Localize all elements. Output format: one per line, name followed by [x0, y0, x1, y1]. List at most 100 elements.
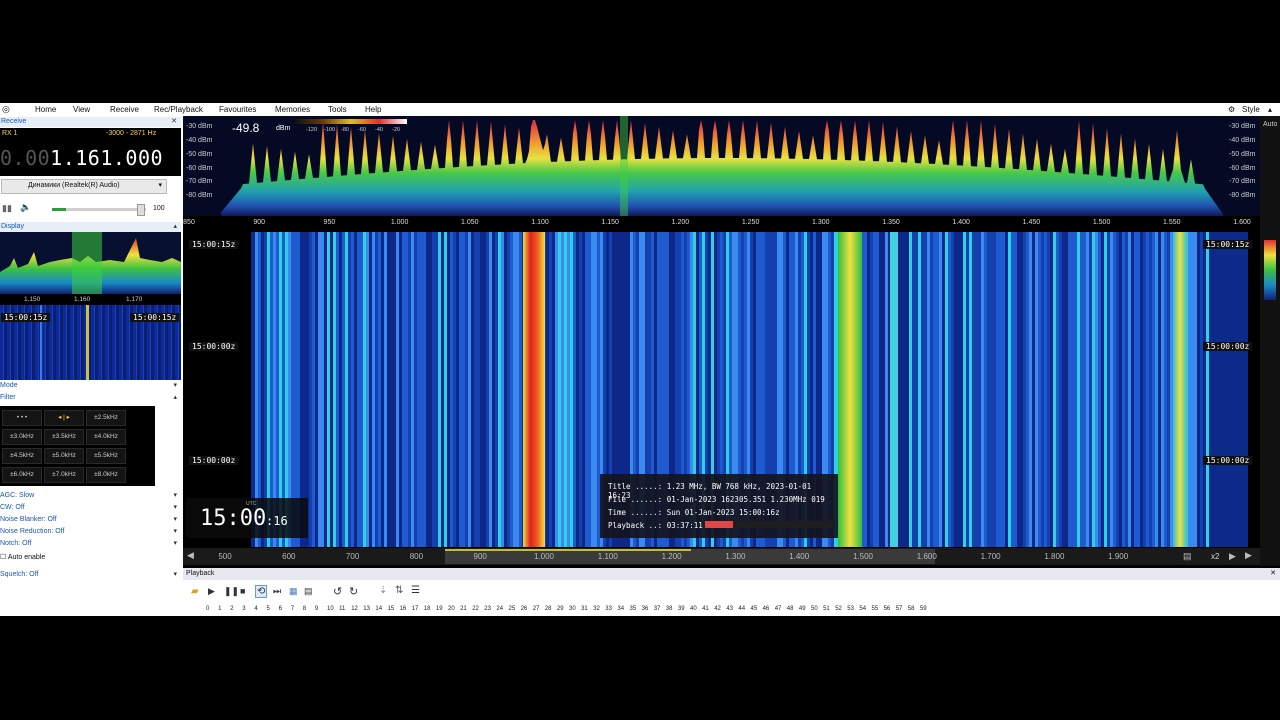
ruler-second[interactable]: 34: [617, 606, 624, 612]
ruler-second[interactable]: 11: [339, 606, 345, 612]
ruler-second[interactable]: 42: [714, 606, 721, 612]
bookmark-icon[interactable]: ⇣: [379, 585, 387, 596]
filter-button[interactable]: ±3.5kHz: [44, 429, 84, 445]
ruler-second[interactable]: 53: [847, 606, 854, 612]
menu-favourites[interactable]: Favourites: [219, 105, 256, 114]
ruler-second[interactable]: 3: [242, 606, 245, 612]
ruler-second[interactable]: 12: [351, 606, 358, 612]
ruler-second[interactable]: 49: [799, 606, 806, 612]
ruler-second[interactable]: 9: [315, 606, 318, 612]
ruler-second[interactable]: 14: [375, 606, 382, 612]
ruler-second[interactable]: 22: [472, 606, 479, 612]
ruler-second[interactable]: 50: [811, 606, 818, 612]
ruler-second[interactable]: 35: [630, 606, 637, 612]
ruler-second[interactable]: 56: [884, 606, 891, 612]
waterfall-colorbar[interactable]: [1264, 240, 1276, 300]
close-icon[interactable]: ✕: [1270, 569, 1276, 577]
ruler-second[interactable]: 0: [206, 606, 209, 612]
menu-style[interactable]: Style: [1242, 105, 1260, 114]
ruler-second[interactable]: 57: [896, 606, 903, 612]
filter-button[interactable]: ±4.5kHz: [2, 448, 42, 464]
ruler-second[interactable]: 10: [327, 606, 334, 612]
zoom-level[interactable]: x2: [1211, 552, 1219, 561]
receive-header[interactable]: Receive ✕: [0, 117, 181, 127]
ruler-second[interactable]: 45: [751, 606, 758, 612]
stop-icon[interactable]: ■: [240, 586, 245, 596]
folder-icon[interactable]: ▰: [191, 586, 199, 597]
ruler-second[interactable]: 2: [230, 606, 233, 612]
ruler-second[interactable]: 51: [823, 606, 830, 612]
filter-button-custom[interactable]: • • •: [2, 410, 42, 426]
agc-option[interactable]: AGC: Slow ▾: [0, 491, 181, 501]
scroll-left-icon[interactable]: ◀: [187, 550, 194, 561]
ruler-second[interactable]: 24: [496, 606, 503, 612]
ruler-second[interactable]: 31: [581, 606, 588, 612]
frequency-display[interactable]: 0.001.161.000: [0, 146, 163, 170]
ruler-second[interactable]: 55: [872, 606, 879, 612]
ruler-second[interactable]: 6: [279, 606, 282, 612]
mini-spectrum[interactable]: [0, 232, 181, 294]
screenshot-icon[interactable]: ▤: [1183, 551, 1192, 562]
ruler-second[interactable]: 33: [605, 606, 612, 612]
ruler-second[interactable]: 37: [654, 606, 661, 612]
shuffle-icon[interactable]: ⇅: [395, 585, 403, 596]
ruler-second[interactable]: 59: [920, 606, 927, 612]
spectrum-display[interactable]: -49.8 dBm -120 -100 -80 -60 -40 -20 -30 …: [183, 116, 1260, 216]
filter-header[interactable]: Filter ▴: [0, 393, 181, 403]
ruler-second[interactable]: 4: [254, 606, 257, 612]
save-icon[interactable]: ▦: [289, 586, 298, 597]
ruler-second[interactable]: 18: [424, 606, 431, 612]
ruler-second[interactable]: 48: [787, 606, 794, 612]
ruler-second[interactable]: 27: [533, 606, 540, 612]
ruler-second[interactable]: 7: [291, 606, 294, 612]
ruler-second[interactable]: 32: [593, 606, 600, 612]
ruler-second[interactable]: 58: [908, 606, 915, 612]
ruler-second[interactable]: 26: [521, 606, 528, 612]
ruler-second[interactable]: 36: [642, 606, 649, 612]
ruler-second[interactable]: 29: [557, 606, 564, 612]
ruler-second[interactable]: 16: [400, 606, 407, 612]
ruler-second[interactable]: 23: [484, 606, 491, 612]
filter-button[interactable]: ±7.0kHz: [44, 467, 84, 483]
auto-label[interactable]: Auto: [1263, 121, 1277, 128]
loop-icon[interactable]: ⟲: [255, 585, 268, 598]
filter-button[interactable]: ±6.0kHz: [2, 467, 42, 483]
menu-help[interactable]: Help: [365, 105, 381, 114]
filter-button[interactable]: ±2.5kHz: [86, 410, 126, 426]
play-icon[interactable]: ▶: [208, 586, 215, 597]
filter-button[interactable]: ±5.0kHz: [44, 448, 84, 464]
display-header[interactable]: Display ▴: [0, 222, 181, 232]
ruler-second[interactable]: 41: [702, 606, 709, 612]
list-icon[interactable]: ☰: [411, 585, 420, 596]
menu-receive[interactable]: Receive: [110, 105, 139, 114]
waterfall-frequency-axis[interactable]: ◀ ▤ x2 ▶ ▶ 500 600 700 800 900 1.000 1.100 1.20…: [183, 548, 1260, 565]
ruler-second[interactable]: 54: [859, 606, 866, 612]
noise-reduction-option[interactable]: Noise Reduction: Off ▾: [0, 527, 181, 537]
scroll-right-icon[interactable]: ▶: [1245, 550, 1252, 561]
menu-view[interactable]: View: [73, 105, 90, 114]
play-direction-icon[interactable]: ▶: [1229, 551, 1236, 562]
ruler-second[interactable]: 40: [690, 606, 697, 612]
ruler-second[interactable]: 5: [267, 606, 270, 612]
rewind-icon[interactable]: ↺: [333, 585, 342, 598]
mini-waterfall[interactable]: 15:00:15z 15:00:15z: [0, 305, 181, 380]
ruler-second[interactable]: 44: [738, 606, 745, 612]
close-icon[interactable]: ✕: [171, 117, 177, 127]
app-menu-icon[interactable]: ◎: [2, 104, 10, 115]
pause-icon[interactable]: ❚❚: [224, 586, 239, 597]
ruler-second[interactable]: 20: [448, 606, 455, 612]
chevron-up-icon[interactable]: ▴: [173, 222, 177, 232]
ruler-second[interactable]: 19: [436, 606, 443, 612]
skip-end-icon[interactable]: ⏭: [273, 586, 281, 597]
ruler-second[interactable]: 15: [388, 606, 395, 612]
filter-button[interactable]: ±3.0kHz: [2, 429, 42, 445]
ruler-second[interactable]: 52: [835, 606, 842, 612]
noise-blanker-option[interactable]: Noise Blanker: Off ▾: [0, 515, 181, 525]
auto-enable-checkbox[interactable]: ☐ Auto enable: [0, 553, 45, 561]
tuning-marker[interactable]: [620, 116, 628, 216]
ruler-second[interactable]: 39: [678, 606, 685, 612]
menu-rec-playback[interactable]: Rec/Playback: [154, 105, 203, 114]
ruler-second[interactable]: 38: [666, 606, 673, 612]
squelch-option[interactable]: Squelch: Off ▾: [0, 570, 181, 580]
style-icon[interactable]: ⚙: [1228, 105, 1235, 114]
